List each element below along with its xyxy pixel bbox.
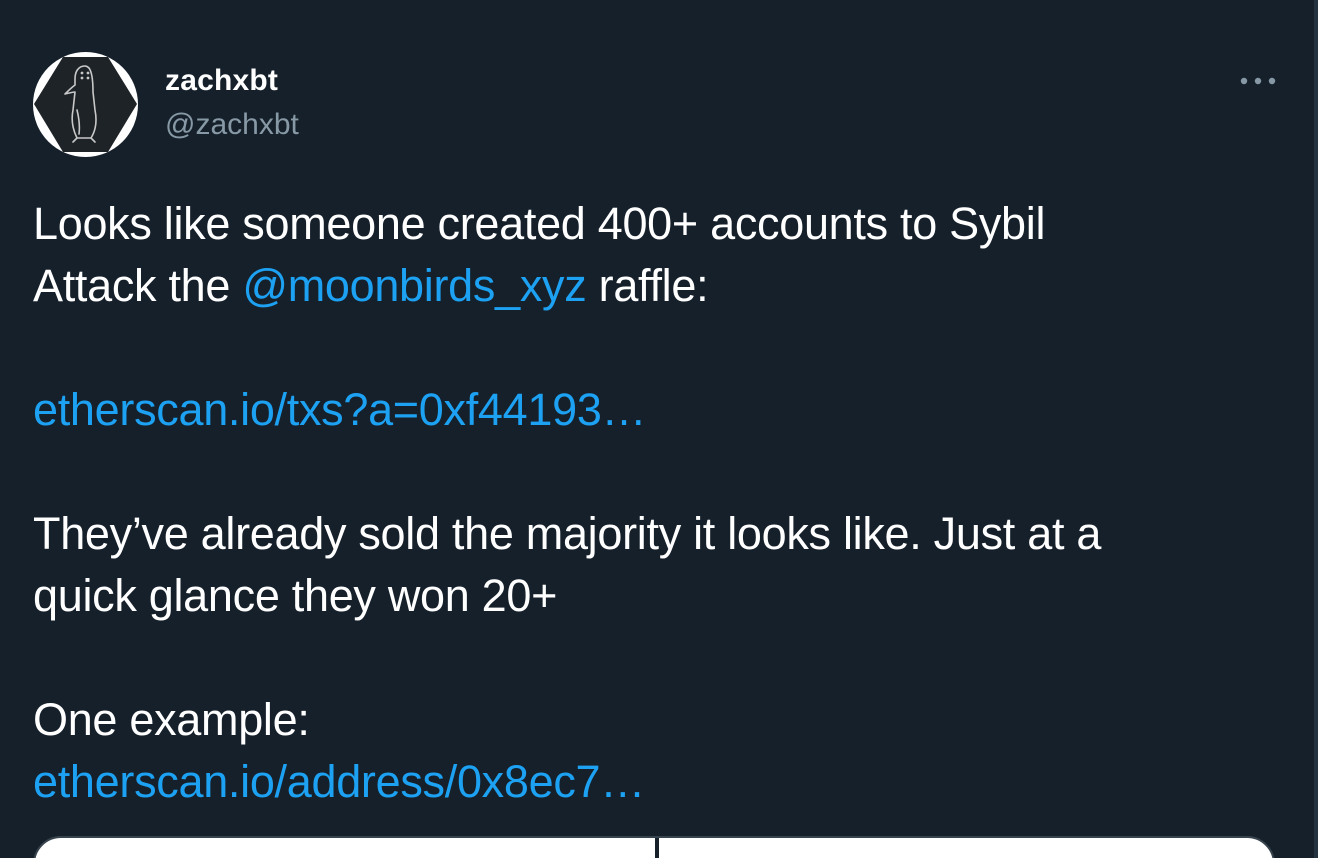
more-options-button[interactable] bbox=[1236, 69, 1280, 93]
etherscan-address-link[interactable]: etherscan.io/address/0x8ec7… bbox=[33, 756, 645, 807]
tweet-header: zachxbt @zachxbt bbox=[33, 52, 1283, 162]
panel-border bbox=[1314, 0, 1318, 858]
media-divider bbox=[655, 838, 659, 858]
media-attachment[interactable] bbox=[33, 836, 1275, 858]
tweet-text-segment: raffle: bbox=[586, 260, 709, 311]
tweet-line: Looks like someone created 400+ accounts… bbox=[33, 198, 1046, 249]
etherscan-txs-link[interactable]: etherscan.io/txs?a=0xf44193… bbox=[33, 384, 647, 435]
more-horizontal-icon bbox=[1240, 77, 1276, 85]
tweet-line: etherscan.io/address/0x8ec7… bbox=[33, 751, 1283, 813]
author-name[interactable]: zachxbt bbox=[165, 64, 278, 98]
tweet-line: quick glance they won 20+ bbox=[33, 570, 558, 621]
tweet-line: Attack the @moonbirds_xyz raffle: bbox=[33, 255, 1283, 317]
avatar[interactable] bbox=[33, 52, 138, 157]
tweet-line: They’ve already sold the majority it loo… bbox=[33, 508, 1102, 559]
tweet-line: etherscan.io/txs?a=0xf44193… bbox=[33, 379, 1283, 441]
tweet-text-segment: Attack the bbox=[33, 260, 243, 311]
mention-link[interactable]: @moonbirds_xyz bbox=[242, 260, 586, 311]
author-handle[interactable]: @zachxbt bbox=[165, 108, 299, 142]
penguin-avatar-icon bbox=[33, 52, 138, 157]
tweet-text: Looks like someone created 400+ accounts… bbox=[33, 193, 1283, 813]
tweet-line: One example: bbox=[33, 694, 310, 745]
